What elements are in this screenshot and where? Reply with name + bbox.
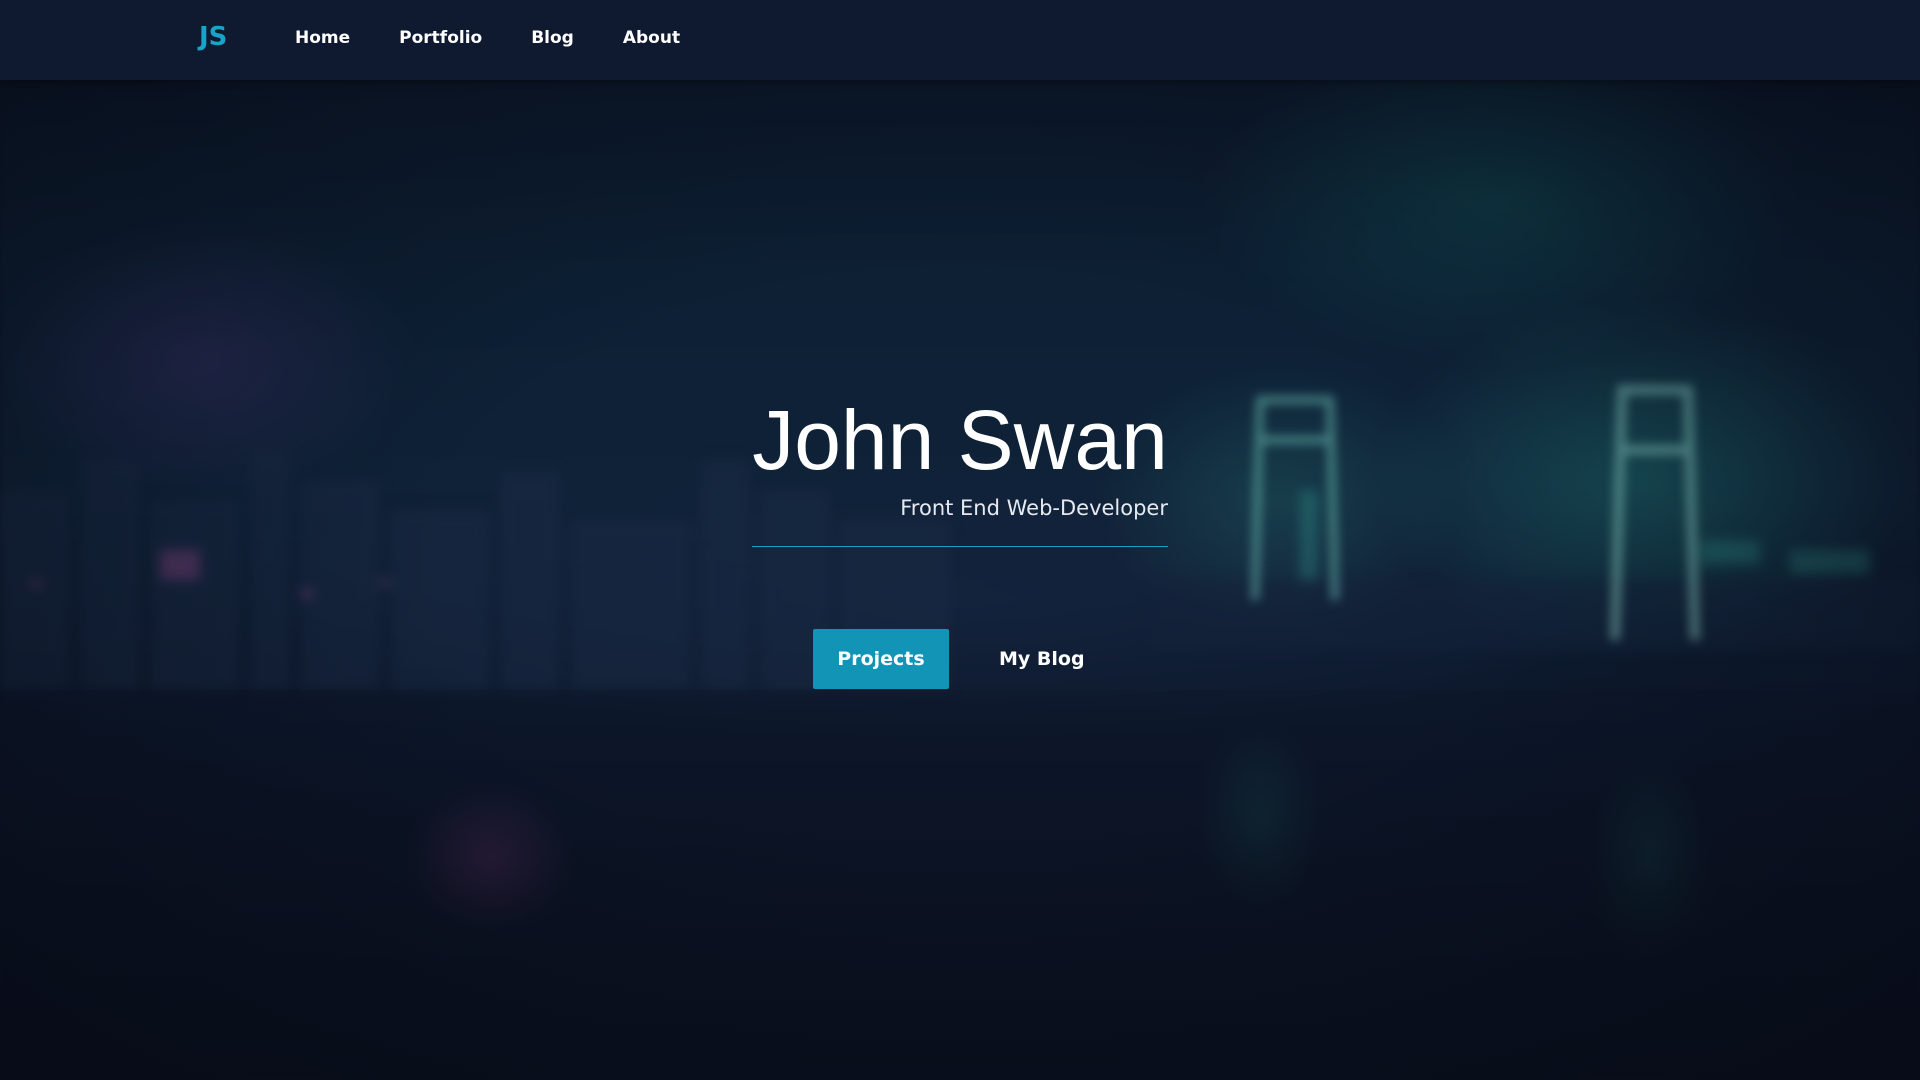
nav-link-about[interactable]: About [623,28,680,48]
top-navbar: JS Home Portfolio Blog About [0,0,1920,80]
my-blog-button[interactable]: My Blog [999,648,1085,670]
hero-buttons: Projects My Blog [813,629,1085,689]
nav-link-home[interactable]: Home [295,28,350,48]
hero-title: John Swan [752,393,1168,487]
hero-section: John Swan Front End Web-Developer Projec… [0,0,1920,1080]
hero-heading-block: John Swan Front End Web-Developer [752,390,1168,547]
brand-logo[interactable]: JS [199,22,227,52]
nav-links: Home Portfolio Blog About [295,28,729,48]
hero-subtitle: Front End Web-Developer [900,496,1168,520]
hero-divider [752,546,1168,547]
page: JS Home Portfolio Blog About John Swan F… [0,0,1920,1080]
nav-link-portfolio[interactable]: Portfolio [399,28,482,48]
projects-button[interactable]: Projects [813,629,949,689]
nav-link-blog[interactable]: Blog [531,28,574,48]
